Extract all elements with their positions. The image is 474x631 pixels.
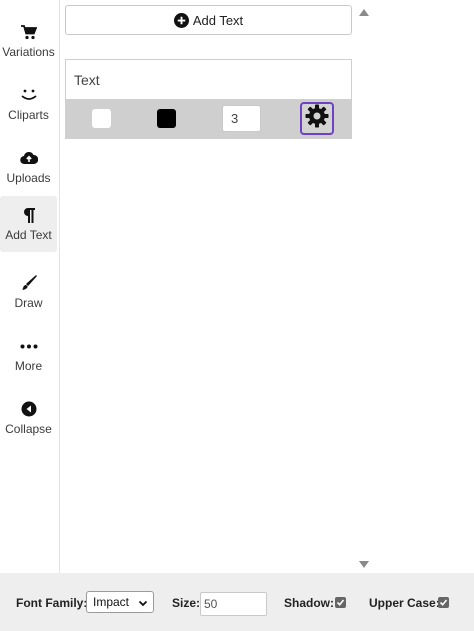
plus-circle-icon — [173, 12, 189, 28]
shadow-checkbox[interactable] — [335, 597, 346, 608]
sidebar-item-cliparts[interactable]: Cliparts — [0, 76, 57, 132]
smile-icon — [19, 86, 39, 104]
gear-icon — [305, 104, 329, 133]
font-family-label: Font Family: — [16, 596, 88, 610]
cart-icon — [19, 23, 39, 41]
ellipsis-icon — [19, 337, 39, 355]
stroke-color-swatch[interactable] — [157, 109, 176, 128]
add-text-label: Add Text — [192, 12, 244, 28]
text-content-input[interactable] — [66, 60, 351, 99]
shadow-label: Shadow: — [284, 596, 334, 610]
text-panel: Add Text — [64, 0, 354, 573]
add-text-button[interactable]: Add Text — [65, 5, 352, 35]
size-label: Size: — [172, 596, 201, 610]
text-controls-bar — [66, 99, 351, 138]
uppercase-label: Upper Case: — [369, 596, 440, 610]
panel-scrollbar[interactable] — [355, 0, 372, 573]
sidebar-item-add-text[interactable]: Add Text — [0, 196, 57, 252]
left-sidebar: Variations Cliparts Uploads Add Text Dra — [0, 0, 60, 573]
sidebar-item-more[interactable]: More — [0, 327, 57, 383]
scroll-up-icon[interactable] — [359, 9, 369, 16]
text-settings-button[interactable] — [300, 102, 334, 135]
sidebar-item-label: More — [14, 359, 43, 373]
scroll-down-icon[interactable] — [359, 561, 369, 568]
font-family-select[interactable]: Impact — [86, 591, 154, 613]
sidebar-item-label: Uploads — [6, 171, 51, 185]
sidebar-item-label: Variations — [2, 45, 55, 59]
sidebar-item-label: Cliparts — [8, 108, 49, 122]
sidebar-item-label: Collapse — [5, 422, 52, 436]
uppercase-checkbox[interactable] — [438, 597, 449, 608]
app-window: Variations Cliparts Uploads Add Text Dra — [0, 0, 474, 631]
cloud-upload-icon — [19, 149, 39, 167]
sidebar-item-label: Add Text — [5, 228, 52, 242]
collapse-left-icon — [19, 400, 39, 418]
sidebar-item-label: Draw — [14, 296, 43, 310]
paragraph-icon — [19, 206, 39, 224]
chevron-down-icon — [138, 597, 148, 611]
sidebar-item-variations[interactable]: Variations — [0, 13, 57, 69]
sidebar-item-collapse[interactable]: Collapse — [0, 390, 57, 446]
text-options-toolbar: Font Family: Impact Size: Shadow: Upper … — [0, 573, 474, 631]
brush-icon — [19, 274, 39, 292]
sidebar-item-uploads[interactable]: Uploads — [0, 139, 57, 195]
text-layer-card — [65, 59, 352, 139]
sidebar-item-draw[interactable]: Draw — [0, 264, 57, 320]
font-family-value: Impact — [93, 595, 130, 609]
fill-color-swatch[interactable] — [92, 109, 111, 128]
stroke-width-input[interactable] — [222, 105, 261, 132]
font-size-input[interactable] — [200, 592, 267, 616]
